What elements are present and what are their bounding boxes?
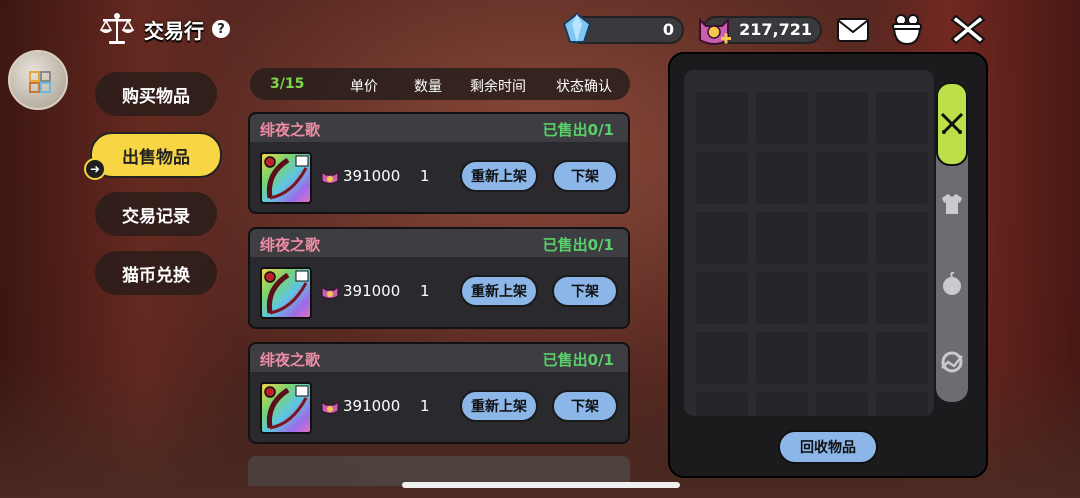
inventory-slot[interactable] (876, 152, 928, 204)
unit-price: 391000 (343, 167, 401, 185)
inventory-slot[interactable] (816, 272, 868, 324)
scale-icon (99, 13, 135, 44)
item-name: 绯夜之歌 (260, 351, 321, 369)
quantity: 1 (420, 282, 430, 300)
unit-price: 391000 (343, 282, 401, 300)
material-icon[interactable] (938, 348, 966, 376)
inventory-slot[interactable] (696, 332, 748, 384)
armor-icon[interactable] (938, 190, 966, 218)
page-header: 交易行 ? (98, 12, 230, 46)
cat-coin-icon (321, 285, 339, 300)
avatar-icon (29, 71, 51, 93)
bow-weapon-icon (264, 385, 309, 430)
diamond-icon (562, 12, 592, 43)
inventory-slot[interactable] (876, 212, 928, 264)
listing-count: 3/15 (270, 76, 305, 92)
unit-price: 391000 (343, 397, 401, 415)
column-status: 状态确认 (556, 79, 612, 95)
bow-weapon-icon (264, 155, 309, 200)
column-unit-price: 单价 (350, 79, 378, 95)
remove-listing-button[interactable]: 下架 (552, 160, 618, 192)
relist-button[interactable]: 重新上架 (460, 275, 538, 307)
cat-coin-icon[interactable] (696, 12, 732, 48)
arrow-right-icon: ➜ (84, 158, 106, 180)
inventory-slot[interactable] (756, 272, 808, 324)
column-time-remaining: 剩余时间 (470, 79, 526, 95)
recycle-items-button[interactable]: 回收物品 (778, 430, 878, 464)
inventory-slot[interactable] (696, 212, 748, 264)
nav-sell-items[interactable]: 出售物品 (90, 132, 222, 178)
inventory-slot[interactable] (816, 212, 868, 264)
help-icon[interactable]: ? (212, 20, 230, 38)
inventory-slot[interactable] (816, 332, 868, 384)
item-name: 绯夜之歌 (260, 121, 321, 139)
inventory-slot[interactable] (816, 152, 868, 204)
coin-count: 217,721 (739, 20, 812, 39)
inventory-slot[interactable] (696, 152, 748, 204)
remove-listing-button[interactable]: 下架 (552, 275, 618, 307)
quantity: 1 (420, 397, 430, 415)
close-icon[interactable] (948, 12, 988, 46)
listing-table-header: 3/15 单价 数量 剩余时间 状态确认 (250, 68, 630, 100)
inventory-slot[interactable] (876, 392, 928, 416)
gem-count: 0 (662, 20, 674, 39)
nav-trade-history[interactable]: 交易记录 (95, 192, 217, 236)
bag-icon[interactable] (888, 10, 926, 48)
nav-buy-items[interactable]: 购买物品 (95, 72, 217, 116)
relist-button[interactable]: 重新上架 (460, 160, 538, 192)
quantity: 1 (420, 167, 430, 185)
listing-card: 绯夜之歌 已售出0/1 391000 1 重新上架 下架 (248, 112, 630, 214)
item-thumbnail[interactable] (260, 267, 312, 319)
weapon-icon[interactable] (938, 110, 966, 138)
inventory-slot[interactable] (876, 332, 928, 384)
inventory-slot[interactable] (756, 392, 808, 416)
sold-status: 已售出0/1 (542, 351, 614, 369)
food-icon[interactable] (938, 270, 966, 298)
bow-weapon-icon (264, 270, 309, 315)
cat-coin-icon (321, 400, 339, 415)
inventory-slot[interactable] (696, 272, 748, 324)
inventory-slot[interactable] (876, 92, 928, 144)
column-quantity: 数量 (414, 79, 442, 95)
item-thumbnail[interactable] (260, 152, 312, 204)
nav-cat-coin-exchange[interactable]: 猫币兑换 (95, 251, 217, 295)
inventory-grid (684, 70, 934, 416)
relist-button[interactable]: 重新上架 (460, 390, 538, 422)
inventory-slot[interactable] (816, 92, 868, 144)
inventory-slot[interactable] (816, 392, 868, 416)
inventory-slot[interactable] (756, 152, 808, 204)
remove-listing-button[interactable]: 下架 (552, 390, 618, 422)
inventory-panel: 回收物品 (668, 52, 988, 478)
item-name: 绯夜之歌 (260, 236, 321, 254)
listing-card: 绯夜之歌 已售出0/1 391000 1 重新上架 下架 (248, 227, 630, 329)
page-title: 交易行 (144, 18, 204, 43)
sold-status: 已售出0/1 (542, 121, 614, 139)
inventory-slot[interactable] (696, 392, 748, 416)
inventory-slot[interactable] (756, 332, 808, 384)
listing-card: 绯夜之歌 已售出0/1 391000 1 重新上架 下架 (248, 342, 630, 444)
inventory-slot[interactable] (696, 92, 748, 144)
inventory-slot[interactable] (756, 212, 808, 264)
item-thumbnail[interactable] (260, 382, 312, 434)
sold-status: 已售出0/1 (542, 236, 614, 254)
avatar[interactable] (8, 50, 68, 110)
mail-icon[interactable] (836, 16, 870, 44)
inventory-slot[interactable] (756, 92, 808, 144)
inventory-slot[interactable] (876, 272, 928, 324)
cat-coin-icon (321, 170, 339, 185)
home-indicator[interactable] (402, 482, 680, 488)
